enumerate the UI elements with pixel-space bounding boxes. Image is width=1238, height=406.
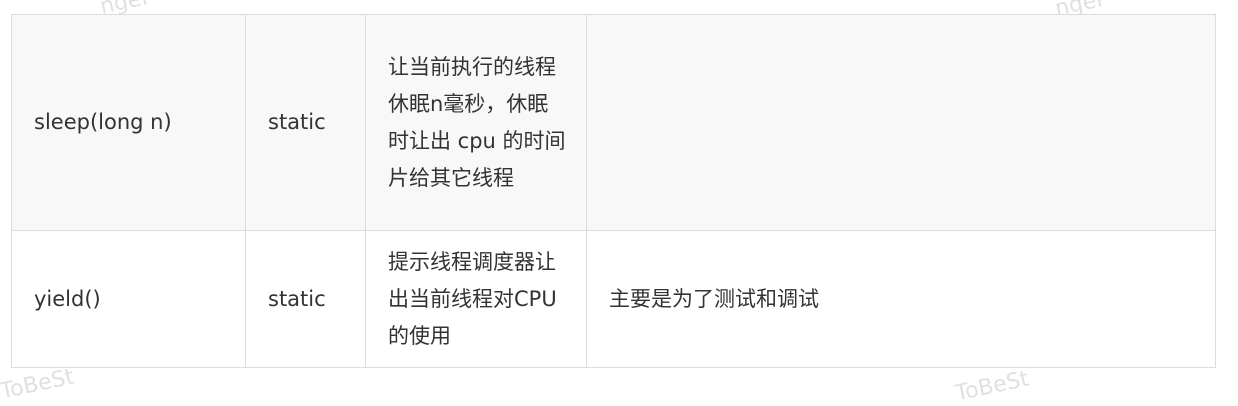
modifier-cell: static <box>245 230 366 368</box>
note-cell <box>586 14 1216 231</box>
method-name-cell: yield() <box>11 230 246 368</box>
table-row: sleep(long n) static 让当前执行的线程休眠n毫秒，休眠时让出… <box>11 14 1216 231</box>
description-text: 让当前执行的线程休眠n毫秒，休眠时让出 cpu 的时间片给其它线程 <box>388 54 566 190</box>
note-cell: 主要是为了测试和调试 <box>586 230 1216 368</box>
table-row: yield() static 提示线程调度器让出当前线程对CPU的使用 主要是为… <box>11 230 1216 368</box>
watermark-text: ToBeSt <box>0 364 77 405</box>
description-cell: 让当前执行的线程休眠n毫秒，休眠时让出 cpu 的时间片给其它线程 <box>365 14 587 231</box>
method-name-cell: sleep(long n) <box>11 14 246 231</box>
description-text: 提示线程调度器让出当前线程对CPU的使用 <box>388 249 557 348</box>
method-table: sleep(long n) static 让当前执行的线程休眠n毫秒，休眠时让出… <box>11 14 1216 368</box>
modifier-cell: static <box>245 14 366 231</box>
watermark-text: ToBeSt <box>953 366 1032 406</box>
description-cell: 提示线程调度器让出当前线程对CPU的使用 <box>365 230 587 368</box>
